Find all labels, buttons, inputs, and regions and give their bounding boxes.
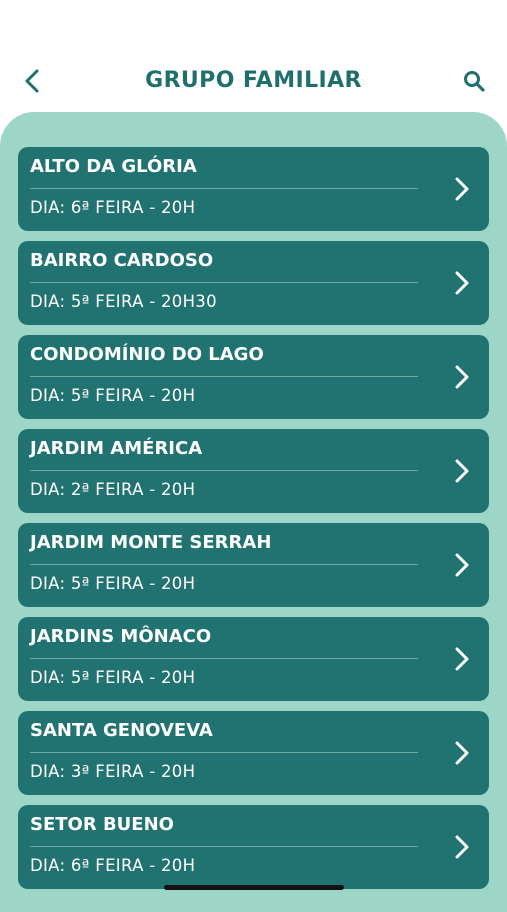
chevron-right-icon — [455, 647, 469, 671]
group-name: ALTO DA GLÓRIA — [30, 156, 197, 177]
header: GRUPO FAMILIAR — [0, 0, 507, 112]
divider — [30, 376, 418, 377]
search-button[interactable] — [459, 66, 489, 96]
list-item[interactable]: CONDOMÍNIO DO LAGO DIA: 5ª FEIRA - 20H — [18, 335, 489, 419]
list-item[interactable]: ALTO DA GLÓRIA DIA: 6ª FEIRA - 20H — [18, 147, 489, 231]
group-name: CONDOMÍNIO DO LAGO — [30, 344, 264, 365]
divider — [30, 752, 418, 753]
group-day: DIA: 2ª FEIRA - 20H — [30, 480, 196, 499]
chevron-right-icon — [455, 553, 469, 577]
list-item[interactable]: SETOR BUENO DIA: 6ª FEIRA - 20H — [18, 805, 489, 889]
chevron-right-icon — [455, 741, 469, 765]
chevron-right-icon — [455, 835, 469, 859]
list-item[interactable]: JARDIM MONTE SERRAH DIA: 5ª FEIRA - 20H — [18, 523, 489, 607]
group-name: BAIRRO CARDOSO — [30, 250, 214, 271]
divider — [30, 846, 418, 847]
chevron-right-icon — [455, 365, 469, 389]
group-day: DIA: 5ª FEIRA - 20H — [30, 386, 196, 405]
list-item[interactable]: BAIRRO CARDOSO DIA: 5ª FEIRA - 20H30 — [18, 241, 489, 325]
group-day: DIA: 3ª FEIRA - 20H — [30, 762, 196, 781]
group-day: DIA: 5ª FEIRA - 20H30 — [30, 292, 217, 311]
page-title: GRUPO FAMILIAR — [145, 68, 362, 93]
group-name: JARDINS MÔNACO — [30, 626, 212, 647]
list-item[interactable]: SANTA GENOVEVA DIA: 3ª FEIRA - 20H — [18, 711, 489, 795]
divider — [30, 658, 418, 659]
group-name: JARDIM MONTE SERRAH — [30, 532, 272, 553]
list-item[interactable]: JARDINS MÔNACO DIA: 5ª FEIRA - 20H — [18, 617, 489, 701]
group-name: SETOR BUENO — [30, 814, 174, 835]
group-day: DIA: 5ª FEIRA - 20H — [30, 574, 196, 593]
divider — [30, 470, 418, 471]
group-name: JARDIM AMÉRICA — [30, 438, 203, 459]
group-day: DIA: 6ª FEIRA - 20H — [30, 198, 196, 217]
chevron-right-icon — [455, 271, 469, 295]
group-day: DIA: 6ª FEIRA - 20H — [30, 856, 196, 875]
home-indicator — [164, 885, 344, 890]
group-list: ALTO DA GLÓRIA DIA: 6ª FEIRA - 20H BAIRR… — [18, 147, 489, 899]
group-name: SANTA GENOVEVA — [30, 720, 213, 741]
search-icon — [464, 71, 485, 92]
divider — [30, 564, 418, 565]
divider — [30, 188, 418, 189]
group-day: DIA: 5ª FEIRA - 20H — [30, 668, 196, 687]
chevron-right-icon — [455, 177, 469, 201]
list-item[interactable]: JARDIM AMÉRICA DIA: 2ª FEIRA - 20H — [18, 429, 489, 513]
chevron-right-icon — [455, 459, 469, 483]
divider — [30, 282, 418, 283]
